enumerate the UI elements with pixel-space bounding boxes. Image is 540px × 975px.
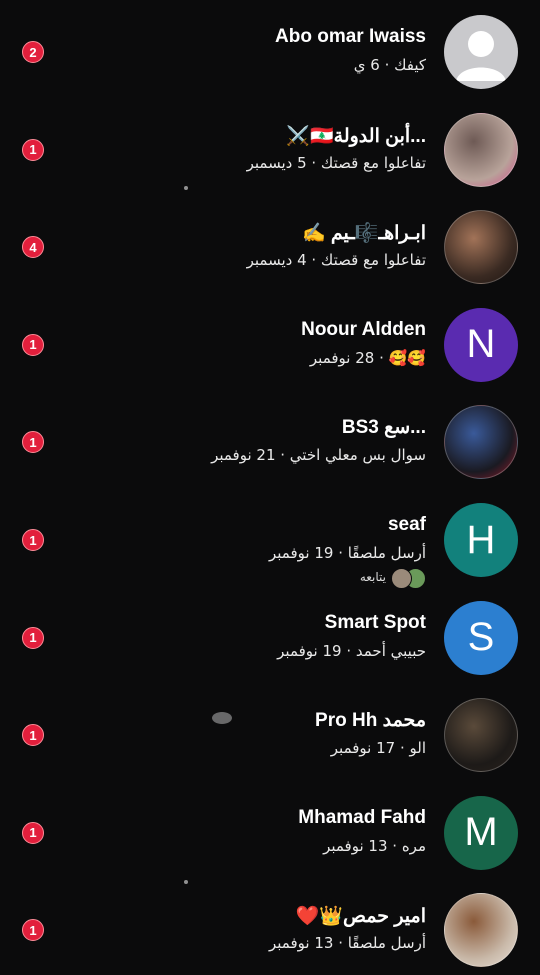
contact-name: Mhamad Fahd [298, 806, 426, 828]
avatar[interactable] [444, 112, 518, 187]
unread-count-badge: 1 [22, 821, 44, 844]
message-preview: تفاعلوا مع قصتك · 4 ديسمبر [246, 251, 426, 270]
message-preview: أرسل ملصقًا · 19 نوفمبر [268, 544, 426, 562]
message-preview: حبيبي أحمد · 19 نوفمبر [277, 641, 426, 660]
conversation-row[interactable]: Pro Hh محمد الو · 17 نوفمبر 1 [0, 683, 540, 780]
conversation-row[interactable]: N Noour Aldden 🥰🥰 · 28 نوفمبر 1 [0, 293, 540, 390]
contact-name: Noour Aldden [301, 318, 426, 340]
conversation-row[interactable]: Hseaf أرسل ملصقًا · 19 نوفمبر يتابعه 1 [0, 488, 540, 589]
contact-name: ...أبن الدولة🇱🇧⚔️ [286, 125, 426, 147]
unread-count-badge: 1 [22, 529, 44, 551]
unread-count-badge: 1 [22, 431, 44, 454]
unread-count-badge: 1 [22, 626, 44, 649]
avatar[interactable] [444, 15, 518, 89]
message-preview: الو · 17 نوفمبر [330, 739, 426, 758]
message-preview: كيفك · 6 ي [353, 56, 426, 74]
avatar[interactable] [444, 210, 518, 285]
contact-name: ابـراهـ🎼ـيم ✍️ [301, 223, 426, 245]
contact-name: Smart Spot [324, 611, 426, 633]
message-preview: 🥰🥰 · 28 نوفمبر [309, 348, 426, 367]
avatar[interactable] [444, 698, 518, 773]
unread-count-badge: 1 [22, 333, 44, 356]
avatar[interactable]: M [444, 795, 518, 870]
contact-name: امير حمص👑❤️ [295, 906, 426, 928]
contact-name: ...سع BS3 [341, 417, 426, 439]
unread-count-badge: 1 [22, 724, 44, 747]
unread-count-badge: 2 [22, 41, 44, 63]
message-preview: مره · 13 نوفمبر [323, 836, 426, 855]
default-user-icon [456, 31, 506, 81]
unread-count-badge: 4 [22, 236, 44, 259]
conversation-row[interactable]: ابـراهـ🎼ـيم ✍️ تفاعلوا مع قصتك · 4 ديسمبر… [0, 195, 540, 292]
conversation-row[interactable]: S Smart Spot حبيبي أحمد · 19 نوفمبر 1 [0, 586, 540, 683]
conversation-row[interactable]: M Mhamad Fahd مره · 13 نوفمبر 1 [0, 781, 540, 878]
followed-by-label: يتابعه [359, 570, 386, 584]
avatar[interactable]: N [444, 307, 518, 382]
contact-name: Abo omar Iwaiss [275, 26, 426, 47]
conversation-list: Abo omar Iwaiss كيفك · 6 ي 2 ...أبن الدولة🇱… [0, 0, 540, 968]
unread-count-badge: 1 [22, 138, 44, 161]
avatar[interactable] [444, 893, 518, 968]
unread-count-badge: 1 [22, 919, 44, 942]
message-preview: تفاعلوا مع قصتك · 5 ديسمبر [246, 153, 426, 172]
avatar[interactable]: H [444, 503, 518, 577]
contact-name: Pro Hh محمد [315, 710, 426, 732]
message-preview: سوال بس معلي اختي · 21 نوفمبر [211, 446, 426, 465]
avatar[interactable] [444, 405, 518, 480]
conversation-row[interactable]: Abo omar Iwaiss كيفك · 6 ي 2 [0, 0, 540, 97]
conversation-row[interactable]: ...سع BS3 سوال بس معلي اختي · 21 نوفمبر 1 [0, 390, 540, 487]
message-preview: أرسل ملصقًا · 13 نوفمبر [268, 934, 426, 953]
contact-name: seaf [387, 514, 426, 535]
avatar[interactable]: S [444, 600, 518, 675]
conversation-row[interactable]: ...أبن الدولة🇱🇧⚔️ تفاعلوا مع قصتك · 5 ديس… [0, 98, 540, 195]
conversation-row[interactable]: امير حمص👑❤️ أرسل ملصقًا · 13 نوفمبر 1 [0, 878, 540, 975]
